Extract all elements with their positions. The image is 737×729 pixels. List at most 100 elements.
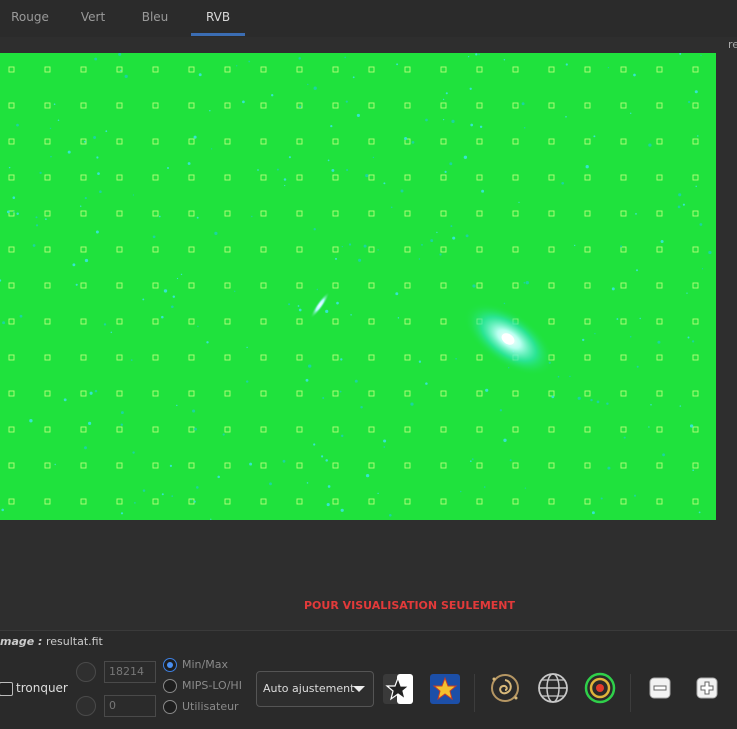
star bbox=[360, 405, 363, 409]
grid-mark bbox=[440, 426, 447, 433]
grid-mark bbox=[404, 498, 411, 505]
star bbox=[471, 458, 474, 460]
grid-mark bbox=[620, 390, 627, 397]
grid-mark bbox=[404, 318, 411, 325]
star bbox=[169, 464, 173, 468]
grid-mark bbox=[476, 498, 483, 505]
grid-mark bbox=[80, 498, 87, 505]
star bbox=[577, 396, 581, 400]
star bbox=[206, 341, 209, 344]
grid-mark bbox=[260, 462, 267, 469]
star bbox=[72, 263, 76, 267]
grid-mark bbox=[152, 282, 159, 289]
grid-mark bbox=[296, 426, 303, 433]
grid-mark bbox=[476, 390, 483, 397]
radio-minmax[interactable] bbox=[163, 658, 177, 672]
tab-vert[interactable]: Vert bbox=[68, 0, 118, 37]
grid-mark bbox=[44, 426, 51, 433]
grid-mark bbox=[188, 210, 195, 217]
grid-mark bbox=[332, 66, 339, 73]
star bbox=[650, 404, 652, 406]
grid-mark bbox=[152, 354, 159, 361]
high-level-input[interactable]: 18214 bbox=[104, 661, 156, 683]
star bbox=[569, 375, 571, 378]
grid-mark bbox=[116, 102, 123, 109]
star bbox=[16, 212, 19, 215]
star bbox=[326, 503, 330, 507]
star bbox=[523, 281, 526, 284]
radio-mips[interactable] bbox=[163, 679, 177, 693]
star bbox=[284, 184, 286, 187]
star bbox=[593, 135, 596, 138]
low-level-knob[interactable] bbox=[76, 696, 96, 716]
star bbox=[481, 189, 485, 193]
star bbox=[607, 66, 610, 69]
star bbox=[611, 287, 615, 291]
star bbox=[418, 360, 422, 363]
low-level-input[interactable]: 0 bbox=[104, 695, 156, 717]
star bbox=[470, 123, 474, 127]
grid-mark bbox=[224, 426, 231, 433]
grid-mark bbox=[620, 210, 627, 217]
zoom-out-icon[interactable] bbox=[643, 671, 677, 705]
grid-mark bbox=[584, 354, 591, 361]
grid-mark bbox=[404, 390, 411, 397]
star bbox=[50, 155, 52, 158]
star-color-icon[interactable] bbox=[428, 672, 462, 706]
star bbox=[648, 143, 652, 147]
star bbox=[682, 203, 685, 206]
tronquer-checkbox[interactable] bbox=[0, 682, 13, 696]
grid-mark bbox=[152, 426, 159, 433]
star bbox=[39, 171, 42, 175]
tab-rouge[interactable]: Rouge bbox=[0, 0, 60, 37]
radio-utilisateur[interactable] bbox=[163, 700, 177, 714]
star bbox=[551, 395, 555, 399]
grid-mark bbox=[620, 462, 627, 469]
star bbox=[363, 244, 367, 248]
star bbox=[142, 298, 145, 301]
star bbox=[176, 277, 179, 280]
grid-mark bbox=[188, 318, 195, 325]
star bbox=[210, 518, 212, 520]
grid-mark bbox=[620, 318, 627, 325]
globe-icon[interactable] bbox=[536, 671, 570, 705]
adjust-dropdown[interactable]: Auto ajustement bbox=[256, 671, 374, 707]
image-viewer[interactable] bbox=[0, 53, 716, 520]
grid-mark bbox=[548, 174, 555, 181]
star bbox=[339, 390, 342, 393]
grid-mark bbox=[188, 390, 195, 397]
grid-mark bbox=[116, 210, 123, 217]
star bbox=[269, 482, 272, 486]
zoom-in-icon[interactable] bbox=[690, 671, 724, 705]
star-outline-icon[interactable] bbox=[381, 672, 415, 706]
tronquer-label: tronquer bbox=[16, 681, 68, 695]
star bbox=[248, 60, 251, 63]
star bbox=[118, 53, 122, 56]
grid-mark bbox=[476, 210, 483, 217]
star bbox=[198, 73, 202, 77]
grid-mark bbox=[656, 174, 663, 181]
star bbox=[503, 438, 507, 442]
star bbox=[142, 489, 146, 492]
star bbox=[336, 301, 339, 305]
grid-mark bbox=[620, 66, 627, 73]
tab-bleu[interactable]: Bleu bbox=[130, 0, 180, 37]
star bbox=[313, 86, 317, 90]
grid-mark bbox=[80, 66, 87, 73]
grid-mark bbox=[116, 246, 123, 253]
galaxy-icon[interactable] bbox=[488, 671, 522, 705]
grid-mark bbox=[224, 210, 231, 217]
grid-mark bbox=[476, 138, 483, 145]
grid-mark bbox=[404, 246, 411, 253]
star bbox=[356, 113, 360, 117]
star bbox=[222, 433, 225, 436]
grid-mark bbox=[152, 66, 159, 73]
high-level-knob[interactable] bbox=[76, 662, 96, 682]
star bbox=[395, 292, 399, 296]
star bbox=[635, 213, 637, 215]
tab-rvb[interactable]: RVB bbox=[191, 0, 245, 37]
star bbox=[282, 459, 286, 463]
star bbox=[390, 206, 393, 209]
grid-mark bbox=[440, 210, 447, 217]
target-icon[interactable] bbox=[583, 671, 617, 705]
